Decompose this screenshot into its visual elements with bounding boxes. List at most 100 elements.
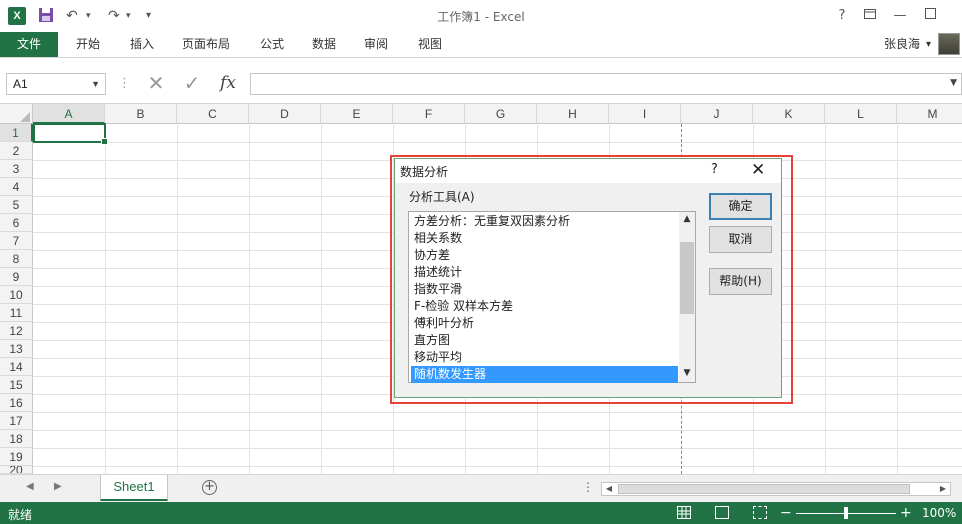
column-header-c[interactable]: C [177, 104, 249, 124]
row-header-5[interactable]: 5 [0, 196, 33, 214]
cancel-button[interactable]: 取消 [709, 226, 772, 253]
row-header-16[interactable]: 16 [0, 394, 33, 412]
row-header-1[interactable]: 1 [0, 124, 33, 142]
row-header-15[interactable]: 15 [0, 376, 33, 394]
user-name[interactable]: 张良海 [884, 32, 920, 57]
row-header-11[interactable]: 11 [0, 304, 33, 322]
scroll-left-icon[interactable]: ◀ [602, 483, 616, 495]
column-header-j[interactable]: J [681, 104, 753, 124]
column-header-a[interactable]: A [33, 104, 105, 124]
sheet-nav-next-icon[interactable]: ▶ [54, 481, 62, 492]
row-header-9[interactable]: 9 [0, 268, 33, 286]
window-title: 工作簿1 - Excel [437, 10, 525, 24]
row-header-3[interactable]: 3 [0, 160, 33, 178]
help-dialog-button[interactable]: 帮助(H) [709, 268, 772, 295]
enter-formula-icon[interactable]: ✓ [178, 70, 206, 96]
tab-view[interactable]: 视图 [412, 32, 448, 57]
list-item[interactable]: 相关系数 [411, 230, 678, 247]
column-header-m[interactable]: M [897, 104, 962, 124]
tab-file[interactable]: 文件 [0, 32, 58, 57]
tab-splitter-icon[interactable]: ⋮ [582, 480, 594, 494]
page-layout-view-icon[interactable] [715, 506, 729, 519]
zoom-level[interactable]: 100% [922, 506, 956, 520]
tab-page-layout[interactable]: 页面布局 [178, 32, 234, 57]
scroll-up-icon[interactable]: ▲ [679, 214, 695, 224]
row-header-2[interactable]: 2 [0, 142, 33, 160]
close-icon[interactable]: ✕ [751, 160, 765, 180]
list-item[interactable]: 方差分析：无重复双因素分析 [411, 213, 678, 230]
column-header-g[interactable]: G [465, 104, 537, 124]
tab-data[interactable]: 数据 [306, 32, 342, 57]
column-headers: A B C D E F G H I J K L M [0, 104, 962, 124]
row-header-12[interactable]: 12 [0, 322, 33, 340]
dialog-help-icon[interactable]: ? [711, 162, 718, 177]
scroll-down-icon[interactable]: ▼ [679, 368, 695, 378]
list-scroll-thumb[interactable] [680, 242, 694, 314]
chevron-down-icon[interactable]: ▼ [91, 74, 100, 94]
avatar[interactable] [938, 33, 960, 55]
expand-formula-bar-icon[interactable]: ▼ [950, 78, 957, 88]
horizontal-scrollbar[interactable]: ◀ ▶ [601, 482, 951, 496]
list-scrollbar[interactable]: ▲ ▼ [679, 212, 695, 382]
row-header-17[interactable]: 17 [0, 412, 33, 430]
selected-cell-a1[interactable] [33, 123, 108, 145]
column-header-i[interactable]: I [609, 104, 681, 124]
column-header-f[interactable]: F [393, 104, 465, 124]
horizontal-scroll-thumb[interactable] [618, 484, 910, 494]
page-break-preview-icon[interactable] [753, 506, 767, 519]
list-item[interactable]: 移动平均 [411, 349, 678, 366]
name-box[interactable]: A1 ▼ [6, 73, 106, 95]
list-item[interactable]: 指数平滑 [411, 281, 678, 298]
row-header-19[interactable]: 19 [0, 448, 33, 466]
list-item[interactable]: 直方图 [411, 332, 678, 349]
tab-insert[interactable]: 插入 [124, 32, 160, 57]
column-header-l[interactable]: L [825, 104, 897, 124]
column-header-d[interactable]: D [249, 104, 321, 124]
list-item[interactable]: 傅利叶分析 [411, 315, 678, 332]
add-sheet-icon[interactable]: + [202, 480, 217, 495]
list-item[interactable]: 描述统计 [411, 264, 678, 281]
formula-input[interactable]: ▼ [250, 73, 962, 95]
name-box-value: A1 [13, 77, 28, 91]
ok-button[interactable]: 确定 [709, 193, 772, 220]
list-item[interactable]: F-检验 双样本方差 [411, 298, 678, 315]
row-header-4[interactable]: 4 [0, 178, 33, 196]
sheet-tab-sheet1[interactable]: Sheet1 [100, 475, 168, 501]
row-header-20[interactable]: 20 [0, 466, 33, 474]
column-header-b[interactable]: B [105, 104, 177, 124]
ribbon-display-options-icon[interactable] [858, 6, 882, 26]
zoom-slider-thumb[interactable] [844, 507, 848, 519]
column-header-k[interactable]: K [753, 104, 825, 124]
maximize-icon[interactable] [918, 6, 942, 26]
column-header-e[interactable]: E [321, 104, 393, 124]
user-dropdown-icon[interactable]: ▾ [926, 32, 931, 57]
row-header-8[interactable]: 8 [0, 250, 33, 268]
status-ready: 就绪 [8, 508, 33, 522]
row-header-13[interactable]: 13 [0, 340, 33, 358]
zoom-out-button[interactable]: − [780, 504, 792, 522]
tab-formulas[interactable]: 公式 [254, 32, 290, 57]
cancel-formula-icon[interactable]: ✕ [142, 70, 170, 96]
row-header-18[interactable]: 18 [0, 430, 33, 448]
normal-view-icon[interactable] [677, 506, 691, 519]
analysis-tools-list[interactable]: 方差分析：无重复双因素分析 相关系数 协方差 描述统计 指数平滑 F-检验 双样… [408, 211, 696, 383]
list-item[interactable]: 协方差 [411, 247, 678, 264]
column-header-h[interactable]: H [537, 104, 609, 124]
select-all-button[interactable] [0, 104, 33, 124]
tab-review[interactable]: 审阅 [358, 32, 394, 57]
scroll-right-icon[interactable]: ▶ [936, 483, 950, 495]
row-header-14[interactable]: 14 [0, 358, 33, 376]
list-item-selected[interactable]: 随机数发生器 [411, 366, 678, 383]
insert-function-icon[interactable]: fx [214, 70, 242, 96]
zoom-in-button[interactable]: + [900, 504, 912, 522]
status-bar: 就绪 − + 100% [0, 502, 962, 524]
title-bar: X ↶ ▾ ↷ ▾ ▾ 工作簿1 - Excel ? — [0, 0, 962, 32]
tab-home[interactable]: 开始 [70, 32, 106, 57]
row-header-6[interactable]: 6 [0, 214, 33, 232]
sheet-nav-prev-icon[interactable]: ◀ [26, 481, 34, 492]
minimize-icon[interactable]: — [888, 6, 912, 26]
help-button[interactable]: ? [830, 6, 854, 26]
row-header-10[interactable]: 10 [0, 286, 33, 304]
row-header-7[interactable]: 7 [0, 232, 33, 250]
dialog-title: 数据分析 [400, 165, 449, 179]
